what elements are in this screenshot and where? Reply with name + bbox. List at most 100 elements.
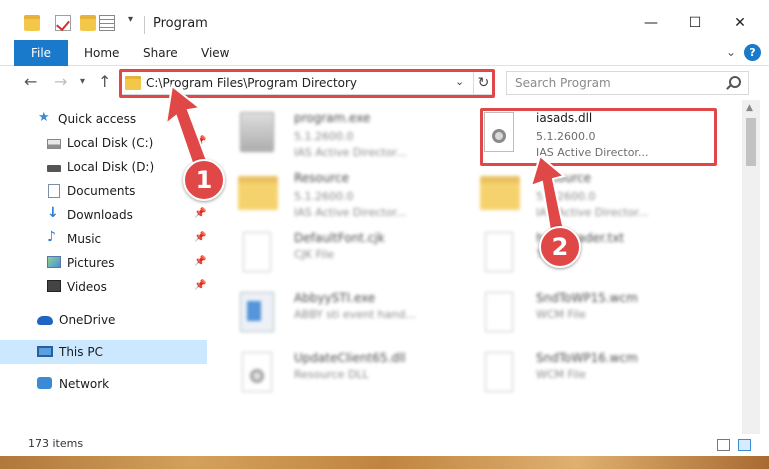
- address-row: ← → ▾ ↑ C:\Program Files\Program Directo…: [0, 66, 769, 100]
- sidebar-item-label: Downloads: [67, 208, 133, 222]
- up-arrow-icon[interactable]: ↑: [98, 72, 111, 91]
- star-icon: ★: [38, 110, 50, 125]
- sidebar-item-label: Local Disk (D:): [67, 160, 155, 174]
- tab-file[interactable]: File: [14, 40, 68, 66]
- file-version: 5.1.2600.0: [294, 190, 354, 203]
- tab-home[interactable]: Home: [84, 46, 119, 60]
- pin-icon[interactable]: 📌: [194, 232, 206, 243]
- file-name: Resource: [294, 171, 350, 185]
- document-file-icon: [485, 352, 513, 392]
- gear-icon: [492, 129, 506, 143]
- file-description: IAS Active Director...: [294, 146, 407, 159]
- folder-icon: [238, 176, 278, 210]
- close-button[interactable]: ✕: [717, 8, 763, 38]
- address-path[interactable]: C:\Program Files\Program Directory: [146, 76, 357, 90]
- cloud-icon: [37, 316, 53, 325]
- pc-icon: [37, 346, 53, 357]
- maximize-button[interactable]: ☐: [672, 8, 718, 38]
- pin-icon[interactable]: 📌: [194, 280, 206, 291]
- file-description: IAS Active Director...: [294, 206, 407, 219]
- search-input[interactable]: Search Program: [506, 71, 749, 95]
- file-item-iasads-dll[interactable]: iasads.dll 5.1.2600.0 IAS Active Directo…: [468, 106, 718, 166]
- recent-locations-icon[interactable]: ▾: [80, 76, 85, 87]
- tiles-view-icon[interactable]: [738, 439, 751, 451]
- sidebar-item-label: Pictures: [67, 256, 115, 270]
- sidebar-item-downloads[interactable]: ↓ Downloads 📌: [0, 203, 207, 227]
- new-folder-icon[interactable]: [80, 15, 96, 31]
- details-view-icon[interactable]: [717, 439, 730, 451]
- tab-share[interactable]: Share: [143, 46, 178, 60]
- view-options-icon[interactable]: [99, 15, 115, 31]
- help-icon[interactable]: ?: [744, 44, 761, 61]
- file-item[interactable]: program.exe 5.1.2600.0 IAS Active Direct…: [226, 106, 476, 166]
- file-type: WCM File: [536, 308, 586, 321]
- search-icon[interactable]: [729, 76, 741, 88]
- minimize-button[interactable]: —: [628, 8, 674, 38]
- file-version: 5.1.2600.0: [536, 190, 596, 203]
- dll-file-icon: [242, 352, 272, 392]
- title-bar: ▾ Program — ☐ ✕: [0, 0, 769, 40]
- file-name: SndToWP16.wcm: [536, 351, 638, 365]
- sidebar-item-local-disk-c[interactable]: Local Disk (C:) 📌: [0, 131, 207, 155]
- folder-icon: [125, 76, 141, 90]
- back-arrow-icon[interactable]: ←: [24, 72, 37, 91]
- sidebar-item-label: Local Disk (C:): [67, 136, 154, 150]
- file-version: 5.1.2600.0: [294, 130, 354, 143]
- file-item[interactable]: Resource 5.1.2600.0 IAS Active Director.…: [226, 166, 476, 226]
- search-placeholder: Search Program: [515, 76, 611, 90]
- file-name: DefaultFont.cjk: [294, 231, 385, 245]
- sidebar-item-videos[interactable]: Videos 📌: [0, 275, 207, 299]
- pin-icon[interactable]: 📌: [194, 136, 206, 147]
- scroll-thumb[interactable]: [746, 118, 756, 166]
- address-bar[interactable]: C:\Program Files\Program Directory ⌄ ↻: [119, 71, 494, 95]
- scroll-up-icon[interactable]: ▲: [746, 103, 753, 113]
- file-item[interactable]: SndToWP15.wcm WCM File: [468, 286, 718, 346]
- expand-ribbon-icon[interactable]: ⌄: [726, 45, 736, 59]
- window-title: Program: [153, 16, 208, 31]
- document-file-icon: [485, 292, 513, 332]
- file-list: program.exe 5.1.2600.0 IAS Active Direct…: [212, 100, 742, 434]
- videos-icon: [47, 280, 61, 292]
- pin-icon[interactable]: 📌: [194, 256, 206, 267]
- file-description: ABBY sti event hand...: [294, 308, 416, 321]
- file-item[interactable]: h...eReader.txt T...: [468, 226, 718, 286]
- file-name: Resource: [536, 171, 592, 185]
- folder-icon: [24, 15, 40, 31]
- navigation-pane: ★ Quick access Local Disk (C:) 📌 Local D…: [0, 100, 212, 434]
- file-type: WCM File: [536, 368, 586, 381]
- file-item[interactable]: Resource 5.1.2600.0 IAS Active Director.…: [468, 166, 718, 226]
- properties-icon[interactable]: [55, 15, 71, 31]
- customize-toolbar-icon[interactable]: ▾: [128, 14, 144, 30]
- dll-file-icon: [484, 112, 514, 152]
- vertical-scrollbar[interactable]: ▲: [742, 100, 760, 434]
- sidebar-item-label: Music: [67, 232, 102, 246]
- forward-arrow-icon[interactable]: →: [54, 72, 67, 91]
- gear-icon: [250, 369, 264, 383]
- sidebar-item-music[interactable]: ♪ Music 📌: [0, 227, 207, 251]
- refresh-icon[interactable]: ↻: [473, 72, 493, 94]
- disk-icon: [47, 139, 61, 149]
- file-name: program.exe: [294, 111, 371, 125]
- sidebar-item-onedrive[interactable]: OneDrive: [0, 308, 207, 332]
- sidebar-item-quick-access[interactable]: ★ Quick access: [0, 107, 207, 131]
- ribbon-tabs: File Home Share View ⌄ ?: [0, 40, 769, 66]
- tab-view[interactable]: View: [201, 46, 229, 60]
- sidebar-item-this-pc[interactable]: This PC: [0, 340, 207, 364]
- file-description: IAS Active Director...: [536, 146, 649, 159]
- step-badge-1: 1: [183, 159, 225, 201]
- sidebar-item-local-disk-d[interactable]: Local Disk (D:): [0, 155, 207, 179]
- file-item[interactable]: AbbyySTI.exe ABBY sti event hand...: [226, 286, 476, 346]
- folder-icon: [480, 176, 520, 210]
- file-item[interactable]: UpdateClient65.dll Resource DLL: [226, 346, 476, 406]
- pin-icon[interactable]: 📌: [194, 208, 206, 219]
- file-item[interactable]: DefaultFont.cjk CJK File: [226, 226, 476, 286]
- disk-icon: [47, 165, 61, 172]
- file-item[interactable]: SndToWP16.wcm WCM File: [468, 346, 718, 406]
- pictures-icon: [47, 256, 61, 268]
- sidebar-item-documents[interactable]: Documents: [0, 179, 207, 203]
- item-count: 173 items: [28, 437, 84, 450]
- address-dropdown-icon[interactable]: ⌄: [455, 75, 464, 88]
- sidebar-item-network[interactable]: Network: [0, 372, 207, 396]
- sidebar-item-pictures[interactable]: Pictures 📌: [0, 251, 207, 275]
- file-name: UpdateClient65.dll: [294, 351, 406, 365]
